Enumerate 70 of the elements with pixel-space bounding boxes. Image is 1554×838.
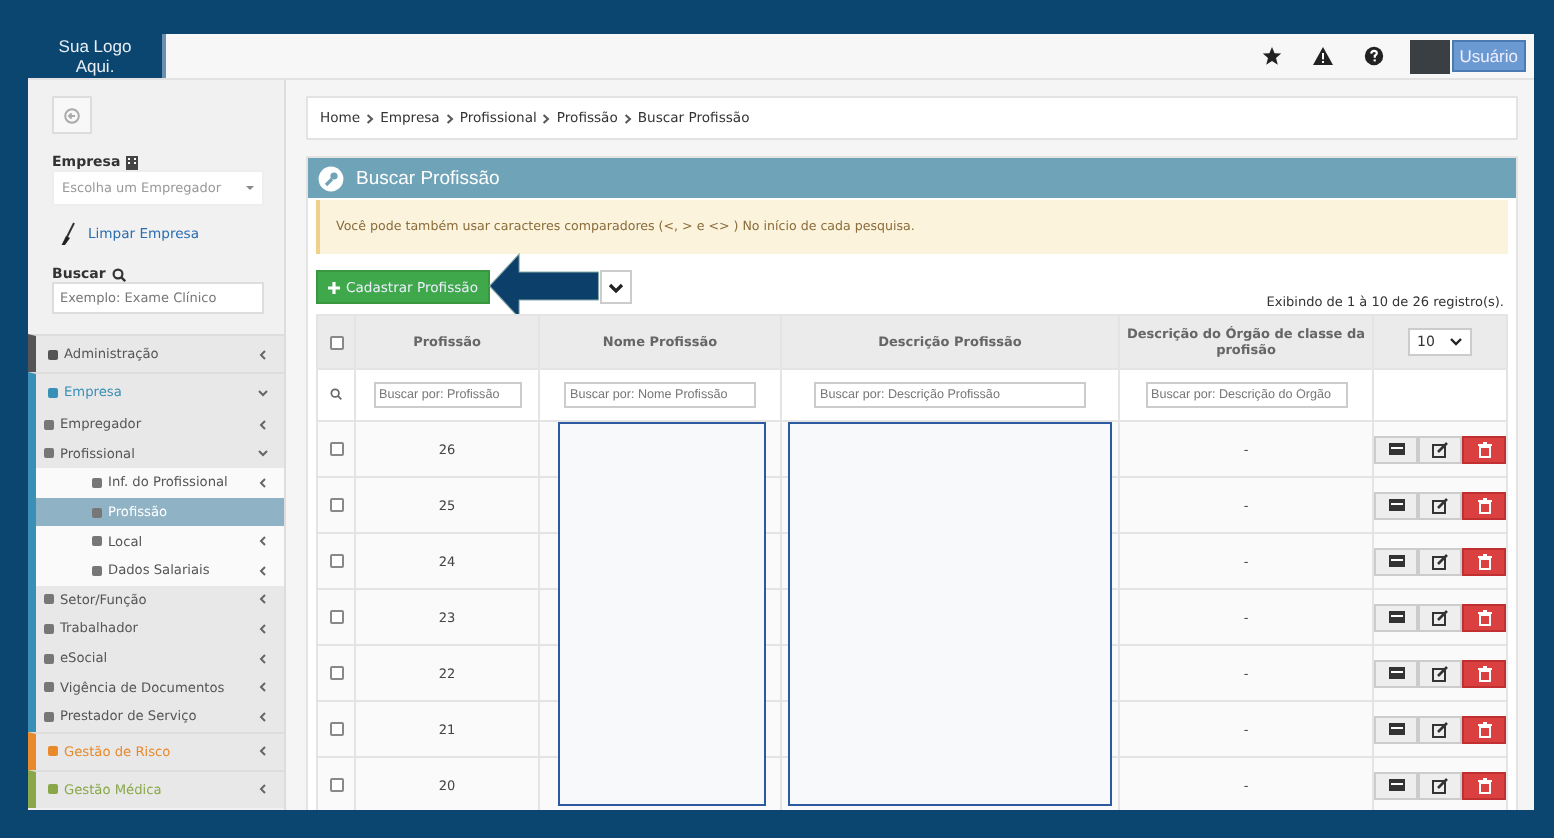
- edit-button[interactable]: [1418, 659, 1462, 687]
- view-button[interactable]: [1374, 715, 1418, 743]
- edit-icon: [1432, 665, 1448, 681]
- edit-button[interactable]: [1418, 715, 1462, 743]
- trash-icon: [1477, 553, 1491, 569]
- chevron-right-icon: [542, 113, 551, 123]
- row-checkbox[interactable]: [329, 666, 343, 681]
- trash-icon: [1477, 777, 1491, 793]
- search-icon: [330, 387, 342, 399]
- card-icon: [1387, 610, 1405, 624]
- trash-icon: [1477, 497, 1491, 513]
- edit-icon: [1432, 777, 1448, 793]
- trash-icon: [1477, 721, 1491, 737]
- view-button[interactable]: [1374, 435, 1418, 463]
- edit-icon: [1432, 609, 1448, 625]
- pointer-arrow: [487, 252, 600, 320]
- card-icon: [1387, 666, 1405, 680]
- avatar-photo-placeholder[interactable]: [1409, 39, 1450, 73]
- edit-button[interactable]: [1418, 603, 1462, 631]
- delete-button[interactable]: [1462, 659, 1506, 687]
- view-button[interactable]: [1374, 659, 1418, 687]
- star-icon[interactable]: [1261, 46, 1282, 66]
- row-checkbox[interactable]: [329, 722, 343, 737]
- chevron-right-icon: [623, 113, 632, 123]
- view-button[interactable]: [1374, 547, 1418, 575]
- edit-icon: [1432, 441, 1448, 457]
- delete-button[interactable]: [1462, 771, 1506, 799]
- trash-icon: [1477, 609, 1491, 625]
- dropdown-toggle-button[interactable]: [599, 270, 632, 304]
- edit-button[interactable]: [1418, 771, 1462, 799]
- delete-button[interactable]: [1462, 547, 1506, 575]
- row-checkbox[interactable]: [329, 554, 343, 569]
- edit-button[interactable]: [1418, 491, 1462, 519]
- row-checkbox[interactable]: [329, 498, 343, 513]
- logo-text: Sua Logo Aqui.: [56, 36, 134, 78]
- card-icon: [1387, 722, 1405, 736]
- view-button[interactable]: [1374, 771, 1418, 799]
- chevron-down-icon: [607, 281, 624, 293]
- card-icon: [1387, 554, 1405, 568]
- plus-icon: [328, 281, 340, 293]
- select-all-checkbox[interactable]: [329, 335, 343, 350]
- card-icon: [1387, 498, 1405, 512]
- view-button[interactable]: [1374, 491, 1418, 519]
- delete-button[interactable]: [1462, 435, 1506, 463]
- warning-icon[interactable]: [1311, 46, 1334, 66]
- trash-icon: [1477, 441, 1491, 457]
- delete-button[interactable]: [1462, 603, 1506, 631]
- delete-button[interactable]: [1462, 491, 1506, 519]
- row-checkbox[interactable]: [329, 442, 343, 457]
- row-checkbox[interactable]: [329, 610, 343, 625]
- view-button[interactable]: [1374, 603, 1418, 631]
- trash-icon: [1477, 665, 1491, 681]
- row-checkbox[interactable]: [329, 778, 343, 793]
- edit-button[interactable]: [1418, 547, 1462, 575]
- card-icon: [1387, 442, 1405, 456]
- help-icon[interactable]: [1363, 46, 1384, 66]
- building-icon: [126, 155, 139, 169]
- search-icon: [111, 267, 126, 281]
- edit-icon: [1432, 553, 1448, 569]
- chevron-down-icon: [1450, 338, 1463, 346]
- wrench-icon: [318, 165, 344, 191]
- delete-button[interactable]: [1462, 715, 1506, 743]
- chevron-right-icon: [445, 113, 454, 123]
- edit-button[interactable]: [1418, 435, 1462, 463]
- chevron-right-icon: [366, 113, 375, 123]
- edit-icon: [1432, 721, 1448, 737]
- panel-title: Buscar Profissão: [356, 167, 500, 189]
- card-icon: [1387, 778, 1405, 792]
- edit-icon: [1432, 497, 1448, 513]
- arrow-left-icon: [64, 107, 80, 123]
